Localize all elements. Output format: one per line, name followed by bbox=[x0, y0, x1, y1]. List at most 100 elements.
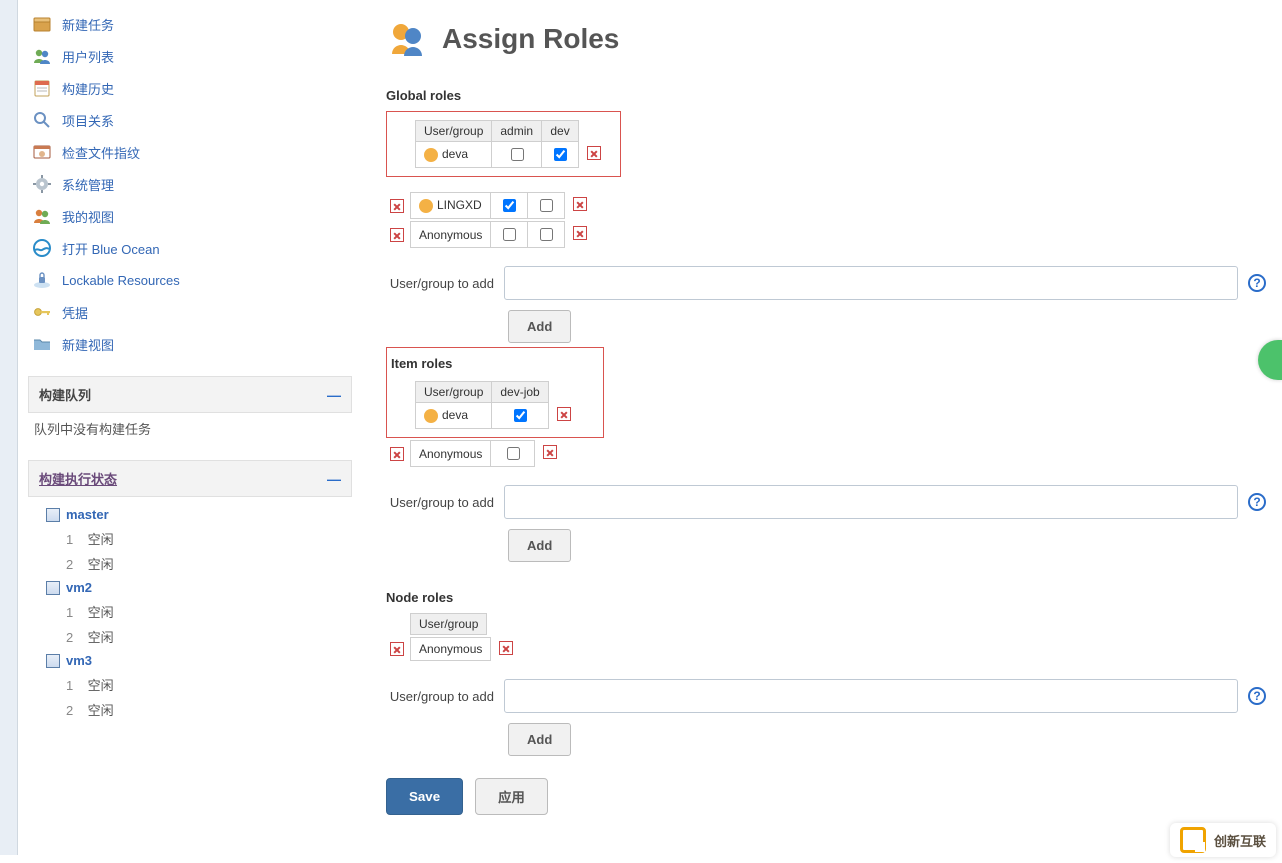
node-roles-title: Node roles bbox=[386, 590, 1266, 605]
blueocean-icon bbox=[32, 238, 52, 258]
item-roles-row-anonymous: Anonymous bbox=[410, 440, 565, 467]
exec-slot: 2 空闲 bbox=[46, 697, 346, 722]
table-row: LINGXD bbox=[411, 193, 595, 219]
menu-history[interactable]: 构建历史 bbox=[22, 72, 358, 104]
menu-label: 项目关系 bbox=[62, 111, 114, 130]
myview-icon bbox=[32, 206, 52, 226]
user-icon bbox=[424, 409, 438, 423]
delete-icon[interactable] bbox=[390, 447, 404, 461]
exec-slot: 2 空闲 bbox=[46, 551, 346, 576]
label-add-global: User/group to add bbox=[386, 276, 494, 291]
exec-node[interactable]: vm2 bbox=[46, 576, 346, 599]
input-add-global[interactable] bbox=[504, 266, 1238, 300]
col-usergroup: User/group bbox=[416, 382, 492, 403]
checkbox-admin[interactable] bbox=[511, 148, 524, 161]
delete-icon[interactable] bbox=[573, 226, 587, 240]
menu-label: 打开 Blue Ocean bbox=[62, 239, 160, 258]
delete-icon[interactable] bbox=[390, 228, 404, 242]
col-dev: dev bbox=[542, 121, 579, 142]
col-admin: admin bbox=[492, 121, 542, 142]
help-icon[interactable]: ? bbox=[1248, 274, 1266, 292]
menu-new-task[interactable]: 新建任务 bbox=[22, 8, 358, 40]
checkbox-admin[interactable] bbox=[503, 199, 516, 212]
global-roles-title: Global roles bbox=[386, 88, 1266, 103]
menu-fingerprint[interactable]: 检查文件指纹 bbox=[22, 136, 358, 168]
table-row: deva bbox=[416, 142, 610, 168]
menu-project-relationship[interactable]: 项目关系 bbox=[22, 104, 358, 136]
col-devjob: dev-job bbox=[492, 382, 548, 403]
menu-credentials[interactable]: 凭据 bbox=[22, 296, 358, 328]
menu-label: 我的视图 bbox=[62, 207, 114, 226]
menu-label: 构建历史 bbox=[62, 79, 114, 98]
checkbox-dev[interactable] bbox=[540, 228, 553, 241]
btn-add-item[interactable]: Add bbox=[508, 529, 571, 562]
checkbox-dev[interactable] bbox=[540, 199, 553, 212]
page-title: Assign Roles bbox=[442, 23, 619, 55]
lock-icon bbox=[32, 270, 52, 290]
collapse-icon[interactable]: — bbox=[327, 471, 341, 487]
col-usergroup: User/group bbox=[416, 121, 492, 142]
menu-label: 系统管理 bbox=[62, 175, 114, 194]
table-row: deva bbox=[416, 403, 579, 429]
menu-label: Lockable Resources bbox=[62, 273, 180, 288]
exec-slot: 1 空闲 bbox=[46, 672, 346, 697]
delete-icon[interactable] bbox=[499, 641, 513, 655]
delete-icon[interactable] bbox=[587, 146, 601, 160]
input-add-item[interactable] bbox=[504, 485, 1238, 519]
help-icon[interactable]: ? bbox=[1248, 687, 1266, 705]
input-add-node[interactable] bbox=[504, 679, 1238, 713]
help-icon[interactable]: ? bbox=[1248, 493, 1266, 511]
collapse-icon[interactable]: — bbox=[327, 387, 341, 403]
build-queue-header[interactable]: 构建队列 — bbox=[28, 376, 352, 413]
menu-my-views[interactable]: 我的视图 bbox=[22, 200, 358, 232]
btn-add-global[interactable]: Add bbox=[508, 310, 571, 343]
menu-settings[interactable]: 系统管理 bbox=[22, 168, 358, 200]
exec-slot: 1 空闲 bbox=[46, 526, 346, 551]
magnifier-icon bbox=[32, 110, 52, 130]
sidebar: 新建任务 用户列表 构建历史 项目关系 检查文件指纹 系统管理 我的视图 打开 … bbox=[18, 0, 358, 855]
apply-button[interactable]: 应用 bbox=[475, 778, 548, 815]
exec-status-body: master1 空闲2 空闲vm21 空闲2 空闲vm31 空闲2 空闲 bbox=[22, 497, 358, 728]
brand-watermark: 创新互联 bbox=[1170, 823, 1276, 857]
computer-icon bbox=[46, 581, 60, 595]
table-row: Anonymous bbox=[411, 222, 596, 248]
menu-label: 检查文件指纹 bbox=[62, 143, 140, 162]
menu-users[interactable]: 用户列表 bbox=[22, 40, 358, 72]
item-roles-title: Item roles bbox=[391, 356, 595, 371]
btn-add-node[interactable]: Add bbox=[508, 723, 571, 756]
brand-logo-icon bbox=[1180, 827, 1206, 853]
checkbox-admin[interactable] bbox=[503, 228, 516, 241]
delete-icon[interactable] bbox=[557, 407, 571, 421]
key-icon bbox=[32, 302, 52, 322]
global-roles-row-lingxd: LINGXD bbox=[410, 192, 595, 219]
user-icon bbox=[424, 148, 438, 162]
gear-icon bbox=[32, 174, 52, 194]
user-icon bbox=[419, 199, 433, 213]
menu-label: 新建任务 bbox=[62, 15, 114, 34]
exec-status-header[interactable]: 构建执行状态 — bbox=[28, 460, 352, 497]
menu-label: 凭据 bbox=[62, 303, 88, 322]
save-button[interactable]: Save bbox=[386, 778, 463, 815]
delete-icon[interactable] bbox=[390, 642, 404, 656]
box-icon bbox=[32, 14, 52, 34]
menu-new-view[interactable]: 新建视图 bbox=[22, 328, 358, 360]
exec-node[interactable]: master bbox=[46, 503, 346, 526]
delete-icon[interactable] bbox=[573, 197, 587, 211]
folder-plus-icon bbox=[32, 334, 52, 354]
checkbox-dev[interactable] bbox=[554, 148, 567, 161]
node-roles-row-anonymous: Anonymous bbox=[410, 637, 521, 661]
exec-slot: 2 空闲 bbox=[46, 624, 346, 649]
delete-icon[interactable] bbox=[543, 445, 557, 459]
exec-node[interactable]: vm3 bbox=[46, 649, 346, 672]
menu-lockable[interactable]: Lockable Resources bbox=[22, 264, 358, 296]
global-roles-highlight: User/group admin dev deva bbox=[386, 111, 621, 177]
menu-label: 用户列表 bbox=[62, 47, 114, 66]
history-icon bbox=[32, 78, 52, 98]
delete-icon[interactable] bbox=[390, 199, 404, 213]
checkbox-devjob[interactable] bbox=[514, 409, 527, 422]
menu-label: 新建视图 bbox=[62, 335, 114, 354]
checkbox-devjob[interactable] bbox=[507, 447, 520, 460]
fingerprint-icon bbox=[32, 142, 52, 162]
main-content: Assign Roles Global roles User/group adm… bbox=[358, 0, 1282, 855]
menu-blueocean[interactable]: 打开 Blue Ocean bbox=[22, 232, 358, 264]
